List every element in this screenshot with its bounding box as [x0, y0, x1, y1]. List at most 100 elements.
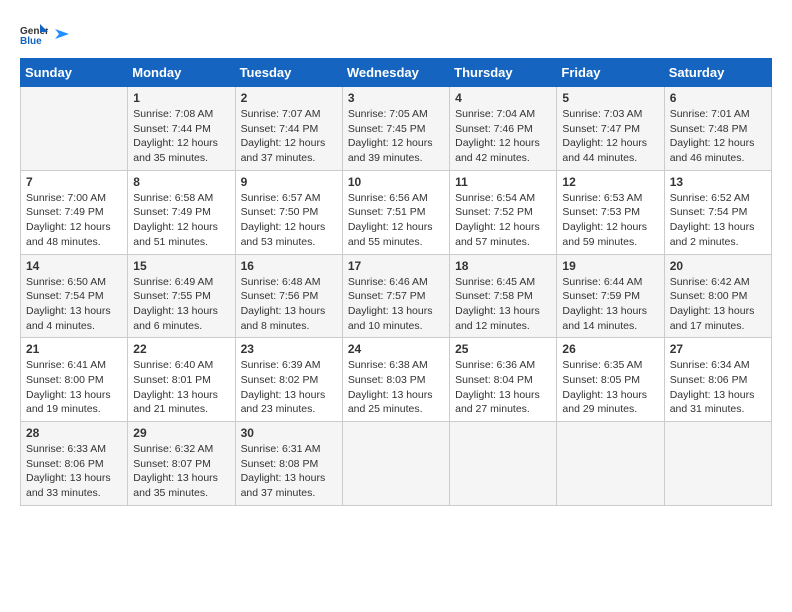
day-number: 11 [455, 175, 551, 189]
header-friday: Friday [557, 59, 664, 87]
calendar-cell [450, 422, 557, 506]
calendar-cell: 6 Sunrise: 7:01 AMSunset: 7:48 PMDaylight… [664, 87, 771, 171]
calendar-cell: 7 Sunrise: 7:00 AMSunset: 7:49 PMDaylight… [21, 170, 128, 254]
day-info: Sunrise: 7:04 AMSunset: 7:46 PMDaylight:… [455, 107, 551, 166]
header-thursday: Thursday [450, 59, 557, 87]
day-info: Sunrise: 7:08 AMSunset: 7:44 PMDaylight:… [133, 107, 229, 166]
day-number: 29 [133, 426, 229, 440]
calendar-cell: 19 Sunrise: 6:44 AMSunset: 7:59 PMDayligh… [557, 254, 664, 338]
day-number: 4 [455, 91, 551, 105]
calendar-header-row: SundayMondayTuesdayWednesdayThursdayFrid… [21, 59, 772, 87]
logo-arrow-icon [51, 25, 69, 43]
day-info: Sunrise: 6:32 AMSunset: 8:07 PMDaylight:… [133, 442, 229, 501]
day-info: Sunrise: 7:01 AMSunset: 7:48 PMDaylight:… [670, 107, 766, 166]
day-number: 25 [455, 342, 551, 356]
header-sunday: Sunday [21, 59, 128, 87]
page-header: General Blue [20, 20, 772, 48]
day-info: Sunrise: 7:07 AMSunset: 7:44 PMDaylight:… [241, 107, 337, 166]
day-number: 3 [348, 91, 444, 105]
day-number: 18 [455, 259, 551, 273]
calendar-cell: 29 Sunrise: 6:32 AMSunset: 8:07 PMDayligh… [128, 422, 235, 506]
day-info: Sunrise: 6:42 AMSunset: 8:00 PMDaylight:… [670, 275, 766, 334]
week-row-1: 1 Sunrise: 7:08 AMSunset: 7:44 PMDaylight… [21, 87, 772, 171]
header-saturday: Saturday [664, 59, 771, 87]
day-info: Sunrise: 6:45 AMSunset: 7:58 PMDaylight:… [455, 275, 551, 334]
day-info: Sunrise: 6:34 AMSunset: 8:06 PMDaylight:… [670, 358, 766, 417]
calendar-cell: 18 Sunrise: 6:45 AMSunset: 7:58 PMDayligh… [450, 254, 557, 338]
day-number: 13 [670, 175, 766, 189]
day-info: Sunrise: 6:33 AMSunset: 8:06 PMDaylight:… [26, 442, 122, 501]
calendar-cell: 28 Sunrise: 6:33 AMSunset: 8:06 PMDayligh… [21, 422, 128, 506]
day-number: 19 [562, 259, 658, 273]
calendar-cell [664, 422, 771, 506]
day-info: Sunrise: 6:41 AMSunset: 8:00 PMDaylight:… [26, 358, 122, 417]
day-number: 17 [348, 259, 444, 273]
calendar-cell: 4 Sunrise: 7:04 AMSunset: 7:46 PMDaylight… [450, 87, 557, 171]
logo-icon: General Blue [20, 20, 48, 48]
calendar-cell: 24Sunrise: 6:38 AMSunset: 8:03 PMDayligh… [342, 338, 449, 422]
day-info: Sunrise: 6:44 AMSunset: 7:59 PMDaylight:… [562, 275, 658, 334]
day-number: 21 [26, 342, 122, 356]
day-info: Sunrise: 6:48 AMSunset: 7:56 PMDaylight:… [241, 275, 337, 334]
day-number: 8 [133, 175, 229, 189]
day-info: Sunrise: 7:00 AMSunset: 7:49 PMDaylight:… [26, 191, 122, 250]
day-number: 30 [241, 426, 337, 440]
calendar-cell: 15 Sunrise: 6:49 AMSunset: 7:55 PMDayligh… [128, 254, 235, 338]
day-info: Sunrise: 6:49 AMSunset: 7:55 PMDaylight:… [133, 275, 229, 334]
day-info: Sunrise: 6:56 AMSunset: 7:51 PMDaylight:… [348, 191, 444, 250]
day-number: 23 [241, 342, 337, 356]
calendar-cell: 26Sunrise: 6:35 AMSunset: 8:05 PMDayligh… [557, 338, 664, 422]
calendar-cell: 16 Sunrise: 6:48 AMSunset: 7:56 PMDayligh… [235, 254, 342, 338]
calendar-cell: 10 Sunrise: 6:56 AMSunset: 7:51 PMDayligh… [342, 170, 449, 254]
week-row-5: 28 Sunrise: 6:33 AMSunset: 8:06 PMDayligh… [21, 422, 772, 506]
calendar-cell: 30Sunrise: 6:31 AMSunset: 8:08 PMDayligh… [235, 422, 342, 506]
day-info: Sunrise: 6:36 AMSunset: 8:04 PMDaylight:… [455, 358, 551, 417]
calendar-cell [557, 422, 664, 506]
calendar-cell: 9 Sunrise: 6:57 AMSunset: 7:50 PMDaylight… [235, 170, 342, 254]
day-number: 6 [670, 91, 766, 105]
calendar-cell: 17Sunrise: 6:46 AMSunset: 7:57 PMDayligh… [342, 254, 449, 338]
day-number: 26 [562, 342, 658, 356]
day-number: 15 [133, 259, 229, 273]
header-tuesday: Tuesday [235, 59, 342, 87]
day-number: 7 [26, 175, 122, 189]
day-info: Sunrise: 7:05 AMSunset: 7:45 PMDaylight:… [348, 107, 444, 166]
calendar-cell: 5 Sunrise: 7:03 AMSunset: 7:47 PMDaylight… [557, 87, 664, 171]
day-info: Sunrise: 6:53 AMSunset: 7:53 PMDaylight:… [562, 191, 658, 250]
day-number: 16 [241, 259, 337, 273]
day-info: Sunrise: 6:57 AMSunset: 7:50 PMDaylight:… [241, 191, 337, 250]
calendar-cell: 1 Sunrise: 7:08 AMSunset: 7:44 PMDaylight… [128, 87, 235, 171]
day-number: 1 [133, 91, 229, 105]
calendar-cell [21, 87, 128, 171]
logo: General Blue [20, 20, 69, 48]
calendar-cell: 27Sunrise: 6:34 AMSunset: 8:06 PMDayligh… [664, 338, 771, 422]
day-number: 10 [348, 175, 444, 189]
calendar-table: SundayMondayTuesdayWednesdayThursdayFrid… [20, 58, 772, 506]
calendar-cell: 23Sunrise: 6:39 AMSunset: 8:02 PMDayligh… [235, 338, 342, 422]
header-monday: Monday [128, 59, 235, 87]
calendar-cell: 20 Sunrise: 6:42 AMSunset: 8:00 PMDayligh… [664, 254, 771, 338]
day-info: Sunrise: 7:03 AMSunset: 7:47 PMDaylight:… [562, 107, 658, 166]
calendar-cell: 3 Sunrise: 7:05 AMSunset: 7:45 PMDaylight… [342, 87, 449, 171]
calendar-cell: 12 Sunrise: 6:53 AMSunset: 7:53 PMDayligh… [557, 170, 664, 254]
day-number: 28 [26, 426, 122, 440]
day-info: Sunrise: 6:40 AMSunset: 8:01 PMDaylight:… [133, 358, 229, 417]
day-number: 20 [670, 259, 766, 273]
day-number: 5 [562, 91, 658, 105]
week-row-4: 21 Sunrise: 6:41 AMSunset: 8:00 PMDayligh… [21, 338, 772, 422]
calendar-cell [342, 422, 449, 506]
calendar-cell: 2 Sunrise: 7:07 AMSunset: 7:44 PMDaylight… [235, 87, 342, 171]
day-number: 12 [562, 175, 658, 189]
day-number: 2 [241, 91, 337, 105]
day-number: 14 [26, 259, 122, 273]
day-number: 22 [133, 342, 229, 356]
logo-general-text [50, 27, 69, 43]
day-info: Sunrise: 6:52 AMSunset: 7:54 PMDaylight:… [670, 191, 766, 250]
day-info: Sunrise: 6:58 AMSunset: 7:49 PMDaylight:… [133, 191, 229, 250]
day-info: Sunrise: 6:50 AMSunset: 7:54 PMDaylight:… [26, 275, 122, 334]
calendar-cell: 22 Sunrise: 6:40 AMSunset: 8:01 PMDayligh… [128, 338, 235, 422]
day-info: Sunrise: 6:54 AMSunset: 7:52 PMDaylight:… [455, 191, 551, 250]
calendar-cell: 21 Sunrise: 6:41 AMSunset: 8:00 PMDayligh… [21, 338, 128, 422]
week-row-2: 7 Sunrise: 7:00 AMSunset: 7:49 PMDaylight… [21, 170, 772, 254]
day-number: 9 [241, 175, 337, 189]
